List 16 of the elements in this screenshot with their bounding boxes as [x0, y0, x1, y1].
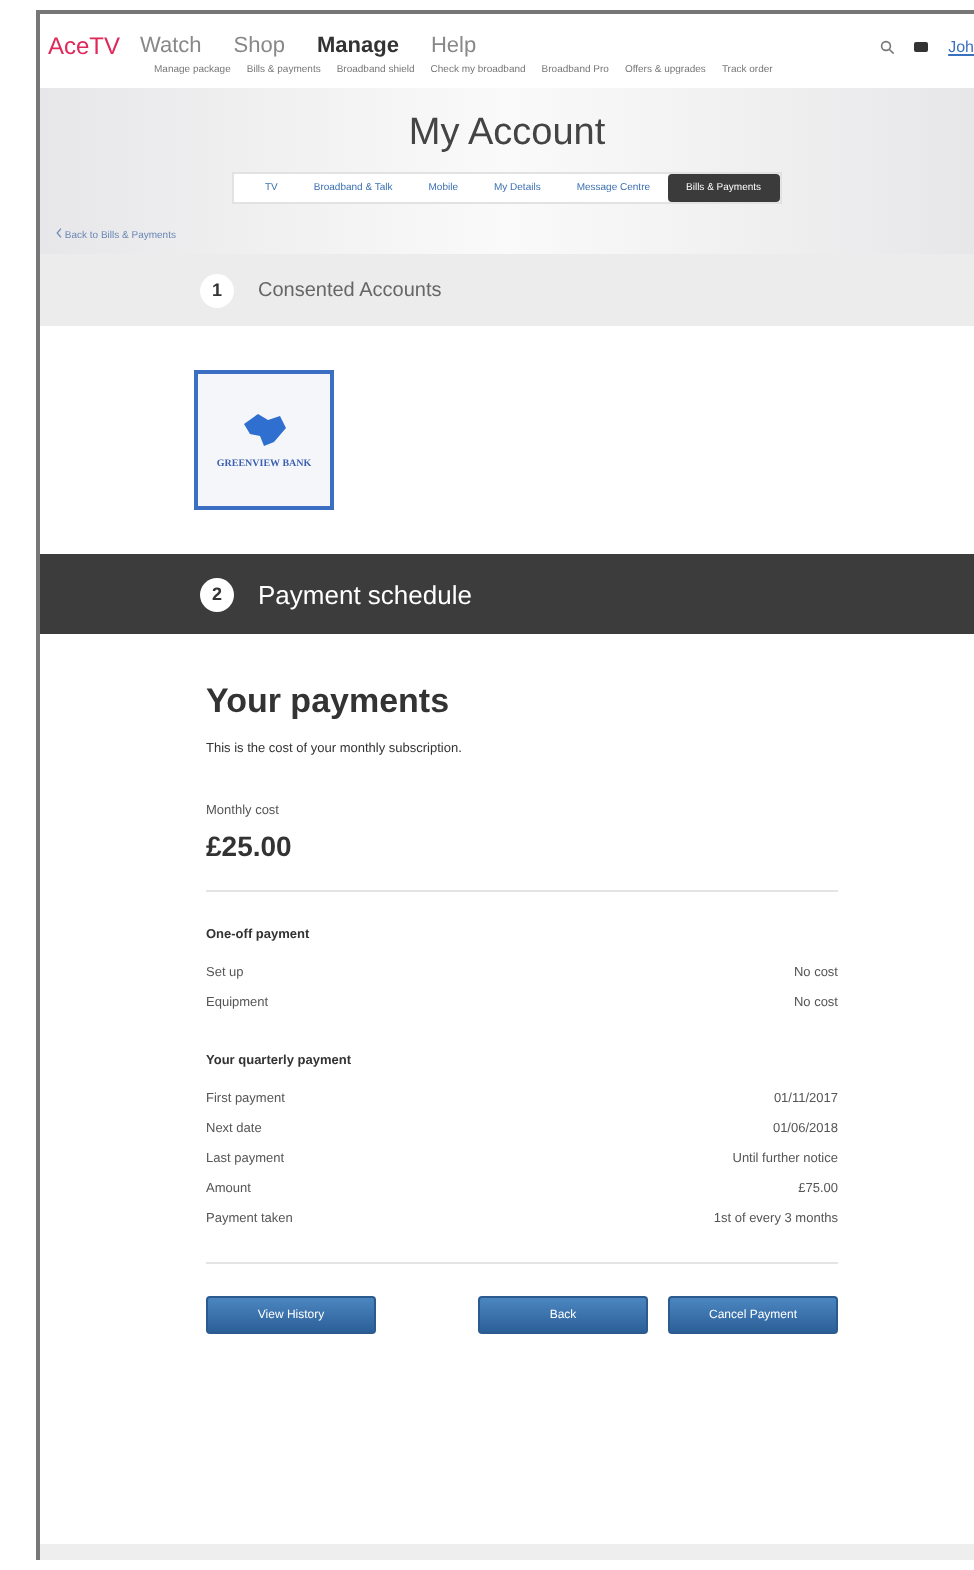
- step-number: 2: [200, 577, 234, 611]
- mail-icon[interactable]: [914, 41, 929, 51]
- section-heading: Your payments: [206, 682, 452, 722]
- step-number: 1: [200, 273, 234, 307]
- logo[interactable]: AceTV: [48, 32, 121, 60]
- step-title: Payment schedule: [258, 579, 472, 609]
- nav-link[interactable]: Watch: [140, 34, 202, 58]
- nav-link[interactable]: Help: [430, 34, 477, 58]
- account-link[interactable]: Joh: [948, 37, 974, 55]
- chevron-left-icon: [56, 228, 62, 238]
- nav-link[interactable]: Manage: [316, 34, 399, 58]
- page-title: My Account: [408, 112, 606, 156]
- search-icon[interactable]: [880, 39, 895, 53]
- nav-link[interactable]: Shop: [233, 34, 285, 58]
- cost-value: £25.00: [206, 830, 294, 862]
- step-title: Consented Accounts: [258, 279, 442, 301]
